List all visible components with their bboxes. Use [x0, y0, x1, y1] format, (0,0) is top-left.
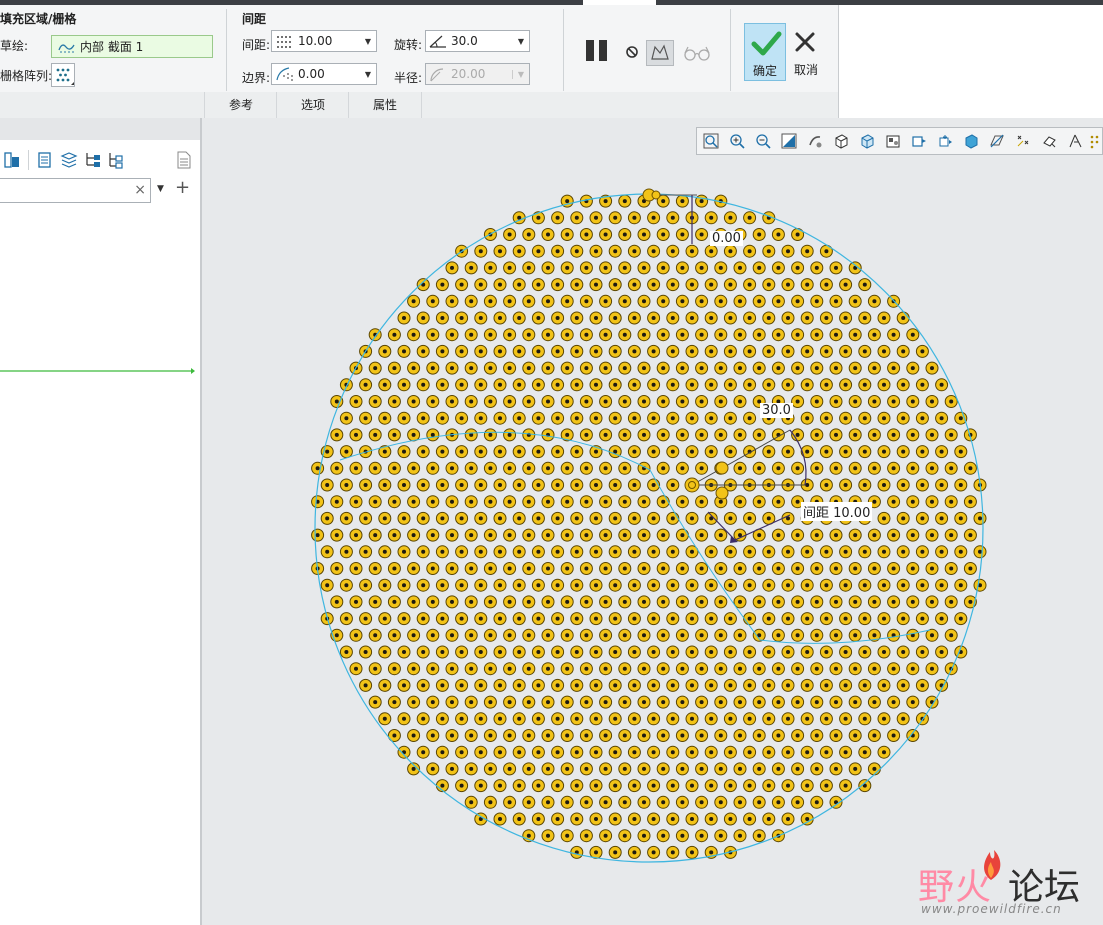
ribbon-tabs: 参考 选项 属性 — [0, 92, 839, 118]
spacing-group-title: 间距 — [242, 12, 267, 26]
close-icon — [795, 32, 815, 52]
border-label: 边界: — [242, 71, 271, 85]
border-value: 0.00 — [298, 67, 325, 81]
view-manager-icon[interactable] — [885, 133, 901, 149]
tab-properties[interactable]: 属性 — [348, 92, 422, 118]
feature-preview-button[interactable] — [646, 40, 674, 66]
border-field[interactable]: 0.00 ▼ — [271, 63, 377, 85]
search-dropdown-icon[interactable]: ▼ — [157, 184, 164, 194]
verify-button[interactable] — [682, 42, 712, 64]
border-dimension-text[interactable]: 0.00 — [710, 231, 743, 246]
flame-logo — [984, 850, 1001, 880]
no-preview-icon — [626, 46, 638, 58]
rotation-field[interactable]: 30.0 ▼ — [425, 30, 530, 52]
sketch-icon — [58, 43, 75, 52]
tab-options[interactable]: 选项 — [276, 92, 349, 118]
checkmark-icon — [751, 31, 782, 56]
toolbar-divider — [28, 150, 29, 170]
document-icon[interactable] — [175, 151, 193, 169]
more-tools-icon[interactable] — [1089, 133, 1103, 149]
display-style-icon[interactable] — [859, 133, 875, 149]
watermark-url: www.proewildfire.cn — [921, 902, 1062, 916]
border-icon — [276, 67, 293, 81]
axes-display-icon[interactable] — [1067, 133, 1083, 149]
spin-center-icon[interactable] — [963, 133, 979, 149]
ribbon-empty-area — [839, 5, 1103, 118]
rotation-value: 30.0 — [451, 34, 478, 48]
ribbon-divider — [563, 9, 564, 91]
radius-label: 半径: — [394, 71, 423, 85]
no-preview-button[interactable] — [624, 44, 640, 60]
tree-view-icon[interactable] — [3, 151, 21, 169]
ribbon-divider — [226, 9, 227, 91]
spacing-dropdown-icon[interactable]: ▼ — [360, 37, 376, 46]
panel-header — [0, 118, 200, 140]
pause-icon — [586, 40, 607, 61]
tree-settings-icon[interactable] — [107, 151, 125, 169]
coord-sys-display-icon[interactable] — [1041, 133, 1057, 149]
angle-dimension-text[interactable]: 30.0 — [760, 403, 793, 418]
pause-button[interactable] — [584, 38, 610, 64]
points-display-icon[interactable] — [1015, 133, 1031, 149]
zoom-fit-icon[interactable] — [703, 133, 719, 149]
planes-display-icon[interactable] — [989, 133, 1005, 149]
angle-icon — [429, 35, 446, 48]
zoom-in-icon[interactable] — [729, 133, 745, 149]
sketch-label: 草绘: — [0, 39, 29, 53]
radius-field[interactable]: 20.00 ▼ — [425, 63, 530, 85]
rotation-label: 旋转: — [394, 38, 423, 52]
saved-orientations-icon[interactable] — [833, 133, 849, 149]
radius-value: 20.00 — [451, 67, 486, 81]
datum-display-icon[interactable] — [911, 133, 927, 149]
fill-group-title: 填充区域/栅格 — [0, 12, 77, 26]
repaint-icon[interactable] — [781, 133, 797, 149]
zoom-out-icon[interactable] — [755, 133, 771, 149]
orient-icon[interactable] — [807, 133, 823, 149]
ok-label: 确定 — [752, 64, 777, 78]
insert-indicator-line — [0, 368, 195, 374]
spacing-dimension-text[interactable]: 间距 10.00 — [801, 502, 873, 521]
tree-filter-icon[interactable] — [84, 151, 102, 169]
view-toolbar — [696, 127, 1103, 155]
spacing-field[interactable]: 10.00 ▼ — [271, 30, 377, 52]
cancel-label: 取消 — [793, 63, 818, 77]
layers-icon[interactable] — [60, 151, 78, 169]
tree-toolbar — [0, 148, 200, 172]
grid-dots-icon — [56, 68, 74, 85]
spacing-icon — [277, 36, 291, 48]
radius-dropdown-icon[interactable]: ▼ — [512, 69, 529, 79]
clear-search-icon[interactable]: × — [134, 182, 146, 198]
feature-preview-icon — [651, 44, 669, 60]
add-icon[interactable]: + — [175, 177, 190, 198]
annotation-display-icon[interactable] — [937, 133, 953, 149]
graphics-window[interactable] — [202, 118, 1103, 925]
ribbon-divider — [730, 9, 731, 91]
sketch-value: 内部 截面 1 — [80, 40, 144, 54]
sketch-selector[interactable]: 内部 截面 1 — [51, 35, 213, 58]
tree-columns-icon[interactable] — [36, 151, 54, 169]
rotation-dropdown-icon[interactable]: ▼ — [513, 37, 529, 46]
pattern-ribbon: 填充区域/栅格 草绘: 内部 截面 1 栅格阵列: 间距 间距: 10.00 ▼… — [0, 5, 839, 92]
ok-button[interactable]: 确定 — [744, 23, 786, 81]
grid-array-label: 栅格阵列: — [0, 69, 53, 83]
cancel-button[interactable]: 取消 — [788, 23, 824, 81]
tree-search-input[interactable]: × — [0, 178, 151, 203]
forum-watermark: 野火 论坛 www.proewildfire.cn — [918, 850, 1098, 920]
spacing-label: 间距: — [242, 38, 271, 52]
tab-references[interactable]: 参考 — [204, 92, 277, 118]
radius-icon — [430, 68, 444, 82]
grid-array-button[interactable] — [51, 63, 75, 87]
model-tree-panel: × ▼ + — [0, 118, 202, 925]
glasses-icon — [684, 46, 710, 61]
border-dropdown-icon[interactable]: ▼ — [360, 70, 376, 79]
spacing-value: 10.00 — [298, 34, 333, 48]
